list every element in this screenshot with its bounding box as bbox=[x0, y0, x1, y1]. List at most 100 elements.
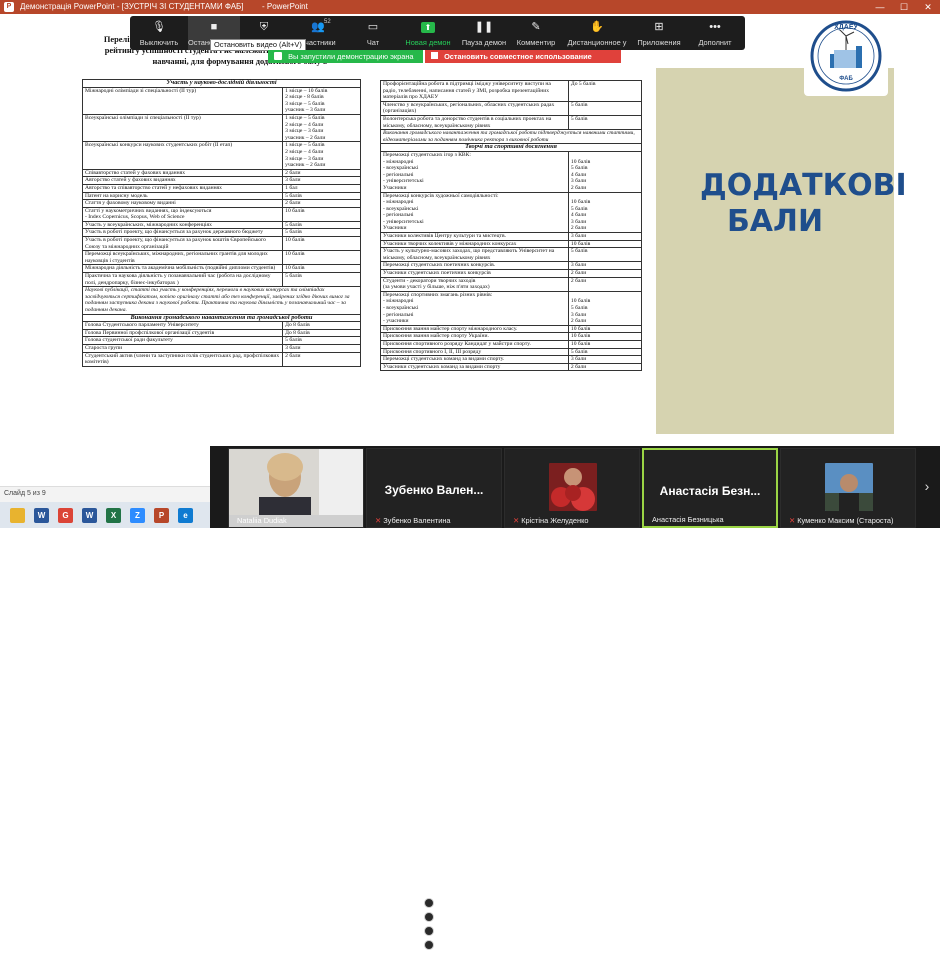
table-cell-criterion: Голова Студентського парламенту Універси… bbox=[81, 321, 284, 330]
word-icon[interactable]: W bbox=[34, 508, 49, 523]
table-row: Учасники колективів Центру культури та м… bbox=[380, 232, 643, 241]
toolbar-button-more[interactable]: ••• Дополнит bbox=[686, 16, 744, 50]
zoom-icon[interactable]: Z bbox=[130, 508, 145, 523]
participant-name-3: Анастасія Безницька bbox=[652, 515, 724, 524]
table-row: Присвоєння спортивного розряду Кандидат … bbox=[380, 339, 643, 349]
strip-tool-3[interactable] bbox=[424, 926, 434, 936]
toolbar-button-remote-control[interactable]: ✋ Дистанционное у bbox=[562, 16, 632, 50]
table-cell-points: 5 балів bbox=[567, 247, 643, 263]
toolbar-button-chat[interactable]: ▭ Чат bbox=[348, 16, 398, 50]
strip-tool-4[interactable] bbox=[424, 940, 434, 950]
video-strip-next-button[interactable]: › bbox=[920, 476, 934, 496]
participant-tile-3[interactable]: Анастасія Безн... Анастасія Безницька bbox=[642, 448, 778, 528]
table-row: Практична та наукова діяльність у позана… bbox=[81, 272, 361, 288]
window-title-suffix: - PowerPoint bbox=[262, 2, 308, 11]
file-explorer-icon[interactable] bbox=[10, 508, 25, 523]
edge-icon[interactable]: e bbox=[178, 508, 193, 523]
table-row: Всеукраїнські олімпіади зі спеціальності… bbox=[81, 113, 361, 143]
table-cell-points: До 5 балів bbox=[567, 80, 643, 102]
table-cell-criterion: Практична та наукова діяльність у позана… bbox=[81, 272, 284, 288]
chat-icon: ▭ bbox=[367, 21, 379, 33]
table-cell-criterion: Присвоєння звання майстер спорту міжнаро… bbox=[380, 324, 569, 334]
table-row: Староста групи 3 бали bbox=[81, 343, 361, 353]
strip-tool-2[interactable] bbox=[424, 912, 434, 922]
participant-tile-1[interactable]: Зубенко Вален... ✕ Зубенко Валентина bbox=[366, 448, 502, 528]
table-row: Голова Студентського парламенту Універси… bbox=[81, 321, 361, 330]
table-row: Профорієнтаційна робота в підтримці імід… bbox=[380, 80, 643, 102]
table-cell-criterion: Волонтерська робота та донорство студент… bbox=[380, 114, 569, 131]
powerpoint-statusbar: Слайд 5 из 9 bbox=[0, 486, 210, 502]
table-cell-points: 5 балів bbox=[282, 228, 361, 238]
table-cell-points: 10 балів bbox=[282, 264, 361, 274]
participant-tile-4[interactable]: ✕ Куменко Максим (Староста) bbox=[780, 448, 916, 528]
annotate-icon: ✎ bbox=[531, 21, 541, 33]
excel-icon[interactable]: X bbox=[106, 508, 121, 523]
participant-bigname-1: Зубенко Вален... bbox=[384, 483, 484, 497]
right-points-table: Профорієнтаційна робота в підтримці імід… bbox=[380, 80, 643, 372]
table-cell-criterion: Співавторство статей у фахових виданнях bbox=[81, 168, 284, 178]
video-strip: Nataliia Dudiak Зубенко Вален... ✕ Зубенк… bbox=[210, 446, 940, 950]
table-cell-points: 5 балів bbox=[567, 347, 643, 357]
table-cell-points: 10 балів 5 балів 3 бали 2 бали bbox=[567, 290, 643, 326]
table-section-heading: Участь у науково-дослідній діяльності bbox=[82, 79, 361, 88]
table-cell-criterion: Присвоєння спортивного розряду Кандидат … bbox=[380, 339, 569, 349]
pause-icon: ❚❚ bbox=[474, 21, 494, 33]
table-section-heading: Виконання громадського навантаження та г… bbox=[82, 313, 361, 323]
table-cell-criterion: Участь в роботі проекту, що фінансується… bbox=[81, 236, 284, 252]
table-cell-criterion: Участь в роботі проекту, що фінансується… bbox=[81, 228, 284, 238]
table-row: Учасники творчих колективів у міжнародни… bbox=[380, 239, 643, 249]
table-row: Переможці студентських ігор з КВК: - між… bbox=[380, 150, 643, 193]
left-points-table: Участь у науково-дослідній діяльності Між… bbox=[81, 79, 361, 367]
logo-text: ХДАЕУ bbox=[834, 24, 858, 31]
table-cell-criterion: Патент на корисну модель bbox=[81, 191, 284, 201]
toolbar-button-share-screen[interactable]: ⬆ Новая демон bbox=[398, 16, 458, 50]
powerpoint-icon[interactable]: P bbox=[154, 508, 169, 523]
stop-share-button[interactable]: Остановить совместное использование bbox=[425, 50, 621, 63]
toolbar-button-annotate[interactable]: ✎ Комментир bbox=[510, 16, 562, 50]
slide-counter: Слайд 5 из 9 bbox=[4, 490, 46, 497]
table-row: Присвоєння звання майстер спорту України… bbox=[380, 332, 643, 341]
table-row: Переможці спортивних змагань різних рівн… bbox=[380, 290, 643, 326]
participants-icon: 👥 bbox=[311, 21, 325, 33]
remote-control-icon: ✋ bbox=[590, 21, 604, 33]
minimize-button[interactable]: — bbox=[868, 0, 892, 14]
table-cell-criterion: Всеукраїнські конкурси наукових студентс… bbox=[81, 141, 284, 170]
participant-tile-0[interactable]: Nataliia Dudiak bbox=[228, 448, 364, 528]
maximize-button[interactable]: ☐ bbox=[892, 0, 916, 14]
video-strip-tools bbox=[422, 894, 436, 964]
document-image: Перелік досягнень на поточний семестр, щ… bbox=[60, 30, 650, 442]
muted-mic-icon: ✕ bbox=[513, 516, 520, 525]
table-cell-criterion: Статті у наукометричних виданнях, що інд… bbox=[81, 206, 284, 222]
table-cell-points: 5 балів bbox=[567, 100, 643, 116]
table-cell-points: 3 бали bbox=[282, 343, 361, 353]
table-cell-criterion: Учасники студентських поетичних конкурсі… bbox=[380, 269, 569, 278]
table-cell-points: 1 місце – 10 балів 2 місце - 8 балів 3 м… bbox=[282, 86, 361, 115]
table-row: Міжнародні олімпіади зі спеціальності (І… bbox=[81, 86, 361, 115]
table-row: Переможці студентських поетичних конкурс… bbox=[380, 261, 643, 271]
word-icon-2[interactable]: W bbox=[82, 508, 97, 523]
table-cell-points: 3 бали bbox=[567, 355, 643, 364]
chrome-icon[interactable]: G bbox=[58, 508, 73, 523]
participant-tile-2[interactable]: ✕ Крістіна Желуденко bbox=[504, 448, 640, 528]
table-cell-criterion: Міжнародна діяльність та академічна мобі… bbox=[81, 264, 284, 274]
table-row: Наукові публікації, статті та участь у к… bbox=[82, 286, 361, 315]
close-button[interactable]: ✕ bbox=[916, 0, 940, 14]
table-row: Учасники студентських команд за видами с… bbox=[380, 362, 643, 372]
table-cell-criterion: Профорієнтаційна робота в підтримці імід… bbox=[380, 80, 569, 102]
table-row: Участь у всеукраїнських, міжнародних кон… bbox=[81, 220, 361, 230]
apps-icon: ⊞ bbox=[654, 21, 664, 33]
table-row: Членство у всеукраїнських, регіональних,… bbox=[380, 100, 643, 116]
table-cell-points: 10 балів bbox=[567, 239, 643, 249]
toolbar-button-microphone[interactable]: 🎙 Выключить bbox=[130, 16, 188, 50]
table-cell-criterion: Учасники колективів Центру культури та м… bbox=[380, 232, 569, 241]
toolbar-label: Дистанционное у bbox=[567, 38, 627, 47]
table-cell-criterion: Авторство та співавторство статей у нефа… bbox=[81, 183, 284, 193]
table-cell-criterion: Учасники творчих колективів у міжнародни… bbox=[380, 239, 569, 249]
table-row: Переможці всеукраїнських, міжнародних, р… bbox=[81, 250, 361, 266]
toolbar-button-apps[interactable]: ⊞ Приложения bbox=[632, 16, 686, 50]
strip-tool-1[interactable] bbox=[424, 898, 434, 908]
table-cell-criterion: Присвоєння звання майстер спорту України… bbox=[380, 332, 569, 341]
toolbar-button-pause[interactable]: ❚❚ Пауза демон bbox=[458, 16, 510, 50]
table-row: Авторство та співавторство статей у нефа… bbox=[81, 183, 361, 193]
shield-icon: ⛨ bbox=[259, 21, 269, 33]
